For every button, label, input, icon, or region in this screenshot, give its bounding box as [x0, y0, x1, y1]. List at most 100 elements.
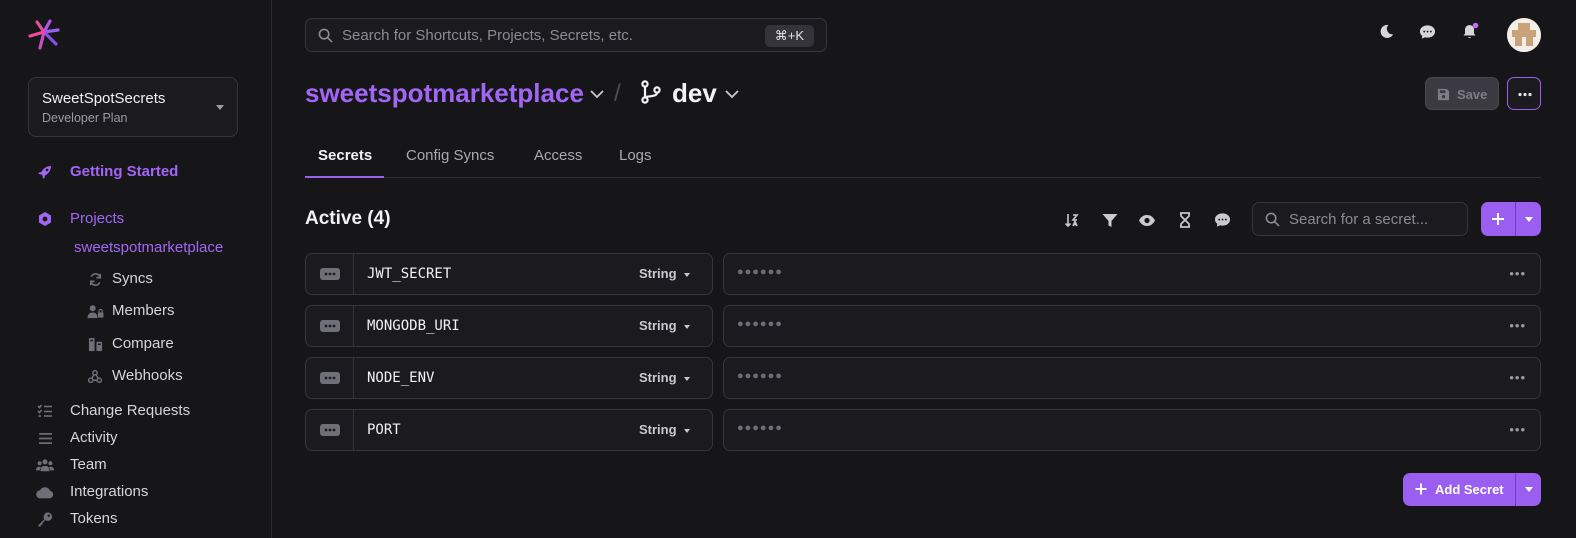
- add-secret-dropdown[interactable]: [1516, 473, 1541, 506]
- caret-down-icon: [684, 325, 690, 329]
- secret-key-cell: JWT_SECRET String: [305, 253, 713, 295]
- users-icon: [36, 457, 54, 473]
- filter-icon[interactable]: [1100, 210, 1120, 230]
- hourglass-icon[interactable]: [1175, 210, 1195, 230]
- git-branch-icon: [640, 80, 662, 109]
- secret-value-cell[interactable]: ●●●●●● •••: [723, 305, 1541, 347]
- add-options-dropdown[interactable]: [1516, 202, 1541, 236]
- tab-bar: Secrets Config Syncs Access Logs: [305, 140, 1541, 178]
- sidebar-item-label: Getting Started: [70, 163, 179, 180]
- sidebar-item-project[interactable]: sweetspotmarketplace: [74, 239, 223, 256]
- ellipsis-icon[interactable]: •••: [1509, 318, 1526, 333]
- secret-search-placeholder: Search for a secret...: [1289, 211, 1429, 228]
- add-secret-button[interactable]: Add Secret: [1435, 482, 1504, 497]
- compare-icon: [86, 336, 104, 352]
- project-name-breadcrumb[interactable]: sweetspotmarketplace: [305, 78, 584, 109]
- caret-down-icon: [1524, 487, 1533, 492]
- secret-value-cell[interactable]: ●●●●●● •••: [723, 409, 1541, 451]
- secret-key[interactable]: MONGODB_URI: [367, 318, 460, 334]
- breadcrumb-separator: /: [614, 80, 621, 107]
- caret-down-icon: [684, 377, 690, 381]
- secret-key-cell: PORT String: [305, 409, 713, 451]
- tab-logs[interactable]: Logs: [619, 147, 652, 164]
- secret-options-button[interactable]: [306, 410, 354, 450]
- secret-value-cell[interactable]: ●●●●●● •••: [723, 357, 1541, 399]
- secret-value-masked: ●●●●●●: [737, 422, 783, 434]
- workspace-name: SweetSpotSecrets: [42, 90, 166, 107]
- theme-toggle-moon-icon[interactable]: [1379, 24, 1394, 44]
- secret-value-cell[interactable]: ●●●●●● •••: [723, 253, 1541, 295]
- save-label: Save: [1457, 87, 1488, 102]
- eye-icon[interactable]: [1137, 210, 1157, 230]
- sidebar-item-label: Activity: [70, 429, 118, 446]
- add-secret-button-group: Add Secret: [1403, 473, 1541, 506]
- caret-down-icon: [684, 429, 690, 433]
- secret-row: PORT String ●●●●●● •••: [305, 409, 1541, 451]
- secret-key[interactable]: NODE_ENV: [367, 370, 434, 386]
- search-icon: [1265, 212, 1280, 232]
- sidebar-item-label: Members: [112, 302, 175, 319]
- secret-value-masked: ●●●●●●: [737, 266, 783, 278]
- rocket-icon: [36, 164, 54, 180]
- sort-icon[interactable]: [1062, 210, 1082, 230]
- secret-key[interactable]: JWT_SECRET: [367, 266, 451, 282]
- secret-row: NODE_ENV String ●●●●●● •••: [305, 357, 1541, 399]
- sidebar-item-label: Change Requests: [70, 402, 191, 419]
- chevron-down-icon[interactable]: [725, 86, 739, 104]
- shortcut-badge: ⌘+K: [764, 25, 814, 47]
- sidebar: SweetSpotSecrets Developer Plan Getting …: [0, 0, 272, 538]
- ellipsis-box-icon: [319, 320, 340, 332]
- secret-row: JWT_SECRET String ●●●●●● •••: [305, 253, 1541, 295]
- secret-row: MONGODB_URI String ●●●●●● •••: [305, 305, 1541, 347]
- ellipsis-icon[interactable]: •••: [1509, 370, 1526, 385]
- caret-down-icon: [1524, 216, 1533, 222]
- tab-config-syncs[interactable]: Config Syncs: [406, 147, 494, 164]
- secret-type-select[interactable]: String: [639, 266, 677, 281]
- notification-bell-icon[interactable]: [1462, 22, 1480, 45]
- caret-down-icon: [216, 105, 224, 110]
- secret-key-cell: MONGODB_URI String: [305, 305, 713, 347]
- more-options-button[interactable]: [1507, 77, 1541, 110]
- add-secret-split-button: [1481, 202, 1541, 236]
- chat-icon[interactable]: [1419, 24, 1436, 45]
- secret-type-select[interactable]: String: [639, 422, 677, 437]
- ellipsis-box-icon: [319, 268, 340, 280]
- app-logo[interactable]: [26, 18, 64, 54]
- secret-options-button[interactable]: [306, 358, 354, 398]
- secret-search-input[interactable]: Search for a secret...: [1252, 202, 1468, 236]
- secret-type-select[interactable]: String: [639, 370, 677, 385]
- save-icon: [1437, 88, 1450, 104]
- user-lock-icon: [86, 303, 104, 319]
- secret-type-select[interactable]: String: [639, 318, 677, 333]
- key-icon: [36, 511, 54, 527]
- webhook-icon: [86, 368, 104, 384]
- global-search-input[interactable]: Search for Shortcuts, Projects, Secrets,…: [305, 18, 827, 52]
- add-secret-icon-button[interactable]: [1481, 202, 1515, 236]
- sidebar-item-label: Webhooks: [112, 367, 183, 384]
- secret-key[interactable]: PORT: [367, 422, 401, 438]
- search-placeholder: Search for Shortcuts, Projects, Secrets,…: [342, 27, 633, 44]
- environment-name-breadcrumb[interactable]: dev: [672, 78, 717, 109]
- workspace-selector[interactable]: SweetSpotSecrets Developer Plan: [28, 77, 238, 137]
- secret-options-button[interactable]: [306, 306, 354, 346]
- tab-access[interactable]: Access: [534, 147, 582, 164]
- secret-options-button[interactable]: [306, 254, 354, 294]
- secret-value-masked: ●●●●●●: [737, 318, 783, 330]
- refresh-icon: [86, 271, 104, 287]
- ellipsis-icon[interactable]: •••: [1509, 422, 1526, 437]
- user-avatar[interactable]: [1507, 18, 1541, 52]
- caret-down-icon: [684, 273, 690, 277]
- comment-icon[interactable]: [1212, 210, 1232, 230]
- plus-icon[interactable]: [1415, 482, 1427, 500]
- sidebar-item-label: Team: [70, 456, 107, 473]
- tab-secrets[interactable]: Secrets: [318, 147, 372, 164]
- active-tab-indicator: [305, 176, 384, 178]
- ellipsis-icon: [1518, 92, 1532, 97]
- ellipsis-icon[interactable]: •••: [1509, 266, 1526, 281]
- sidebar-item-label: Compare: [112, 335, 174, 352]
- sidebar-item-label: Tokens: [70, 510, 118, 527]
- sidebar-item-label: Projects: [70, 210, 125, 227]
- workspace-plan: Developer Plan: [42, 111, 128, 125]
- chevron-down-icon[interactable]: [590, 86, 604, 104]
- save-button[interactable]: Save: [1425, 77, 1499, 110]
